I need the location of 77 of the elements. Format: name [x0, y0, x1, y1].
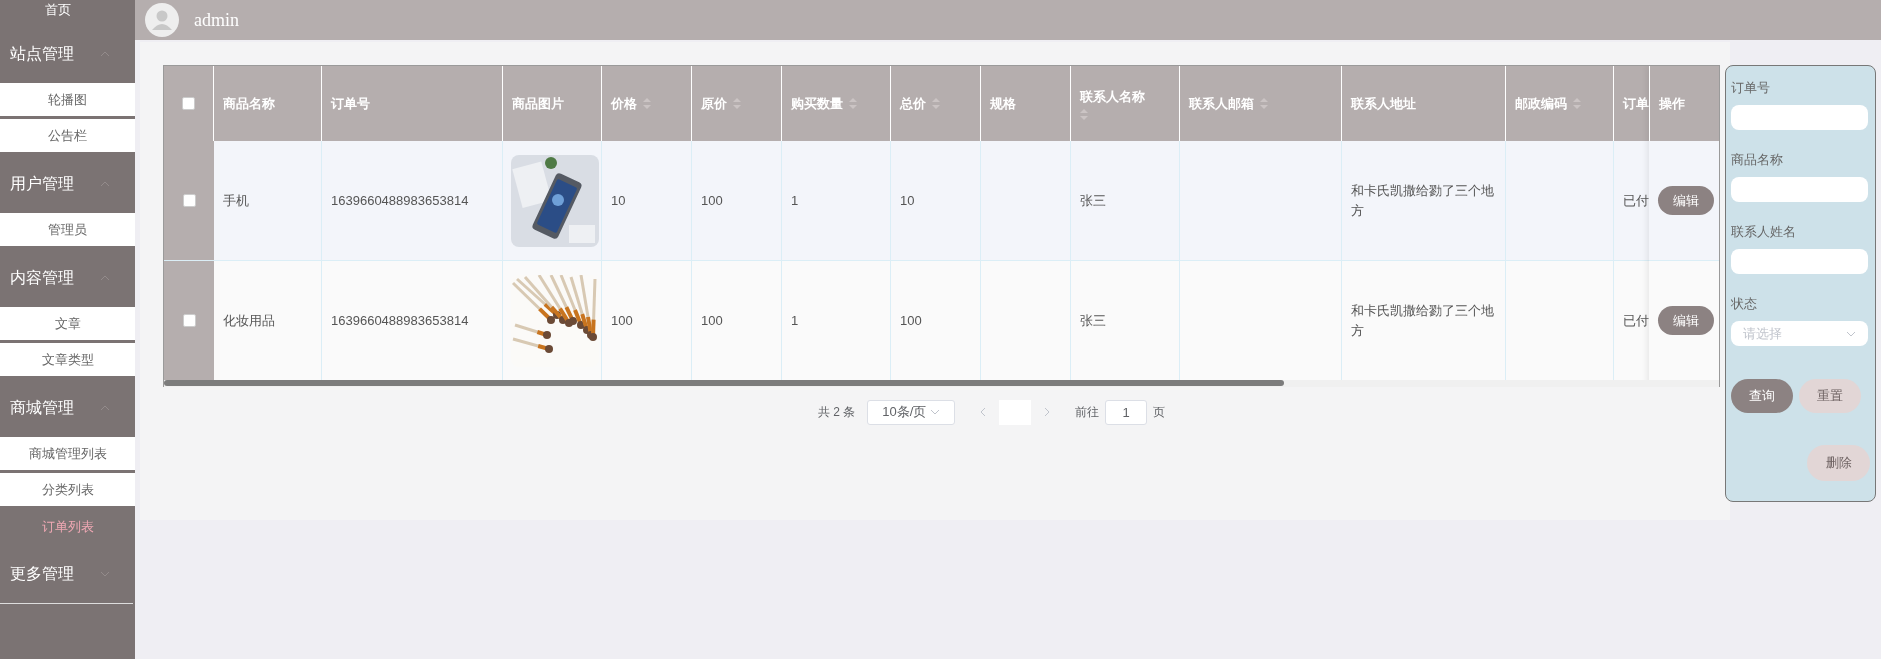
jump-label: 前往 — [1075, 404, 1100, 421]
chevron-up-icon — [100, 275, 110, 281]
table-cell-text: 1639660488983653814 — [331, 191, 469, 210]
column-header: 订单 — [1623, 94, 1649, 113]
table-cell-text: 1 — [791, 311, 799, 330]
table-cell-text: 100 — [900, 311, 922, 330]
column-header: 联系人邮箱 — [1189, 94, 1254, 113]
chevron-down-icon — [100, 571, 110, 577]
username: admin — [194, 8, 239, 32]
column-header: 规格 — [990, 94, 1016, 113]
scrollbar-thumb[interactable] — [164, 380, 1284, 386]
chevron-up-icon — [100, 181, 110, 187]
menu-item[interactable]: 文章类型 — [0, 343, 135, 376]
edit-button[interactable]: 编辑 — [1658, 306, 1714, 335]
menu-item[interactable]: 分类列表 — [0, 473, 135, 506]
input-field[interactable] — [1731, 105, 1868, 130]
table-cell-text: 1 — [791, 191, 799, 210]
table-cell-text: 张三 — [1080, 311, 1106, 330]
chevron-left-icon — [980, 407, 987, 417]
input-field[interactable] — [1731, 249, 1868, 274]
column-header: 联系人地址 — [1351, 94, 1416, 113]
column-header: 购买数量 — [791, 94, 843, 113]
action-button[interactable]: 重置 — [1799, 379, 1861, 413]
input-field[interactable] — [1731, 177, 1868, 202]
table-cell-text: 已付 — [1623, 311, 1649, 330]
total-count: 共 2 条 — [817, 404, 856, 421]
chevron-up-icon — [100, 51, 110, 57]
menu-group[interactable]: 更多管理 — [0, 545, 135, 603]
sidebar-link[interactable]: 首页 — [0, 0, 135, 25]
column-header: 邮政编码 — [1515, 94, 1567, 113]
menu-group[interactable]: 站点管理 — [0, 25, 135, 83]
table-cell-text: 张三 — [1080, 191, 1106, 210]
edit-button[interactable]: 编辑 — [1658, 186, 1714, 215]
avatar-icon — [145, 3, 179, 37]
menu-group[interactable]: 用户管理 — [0, 155, 135, 213]
table-cell-text: 和卡氏凯撒给勠了三个地方 — [1351, 181, 1495, 220]
column-header: 联系人名称 — [1080, 88, 1146, 107]
delete-button[interactable]: 删除 — [1807, 445, 1870, 481]
page-input[interactable]: 1 — [1105, 399, 1148, 425]
table-cell-text: 和卡氏凯撒给勠了三个地方 — [1351, 301, 1495, 340]
menu-item[interactable]: 商城管理列表 — [0, 437, 135, 470]
table-cell-text: 手机 — [223, 191, 249, 210]
field-label: 状态 — [1731, 295, 1758, 313]
menu-item[interactable]: 轮播图 — [0, 83, 135, 116]
field-label: 联系人姓名 — [1731, 223, 1797, 241]
column-header: 商品名称 — [223, 94, 275, 113]
menu-item[interactable]: 文章 — [0, 307, 135, 340]
column-header: 原价 — [701, 94, 727, 113]
page-size-select[interactable]: 10条/页 — [867, 399, 956, 425]
table-cell-text: 100 — [701, 311, 723, 330]
action-button[interactable]: 查询 — [1731, 379, 1793, 413]
table-cell-text: 100 — [611, 311, 633, 330]
column-header: 操作 — [1659, 94, 1685, 113]
chevron-right-icon — [1044, 407, 1051, 417]
menu-item[interactable]: 公告栏 — [0, 119, 135, 152]
checkbox[interactable] — [182, 97, 195, 110]
menu-group[interactable]: 商城管理 — [0, 379, 135, 437]
checkbox[interactable] — [182, 314, 196, 327]
column-header: 价格 — [611, 94, 637, 113]
field-label: 商品名称 — [1731, 151, 1784, 169]
column-header: 订单号 — [331, 94, 370, 113]
menu-group[interactable]: 内容管理 — [0, 249, 135, 307]
table-cell-text: 已付 — [1623, 191, 1649, 210]
page-suffix: 页 — [1153, 404, 1166, 421]
checkbox[interactable] — [182, 194, 196, 207]
chevron-down-icon — [1846, 330, 1856, 337]
field-label: 订单号 — [1731, 79, 1771, 97]
table-cell-text: 化妆用品 — [223, 311, 275, 330]
chevron-up-icon — [100, 405, 110, 411]
table-cell-text: 10 — [900, 191, 915, 210]
column-header: 商品图片 — [512, 94, 564, 113]
column-header: 总价 — [900, 94, 926, 113]
table-cell-text: 10 — [611, 191, 626, 210]
table-cell-text: 100 — [701, 191, 723, 210]
table-cell-text: 1639660488983653814 — [331, 311, 469, 330]
menu-item[interactable]: 管理员 — [0, 213, 135, 246]
chevron-down-icon — [930, 409, 941, 415]
